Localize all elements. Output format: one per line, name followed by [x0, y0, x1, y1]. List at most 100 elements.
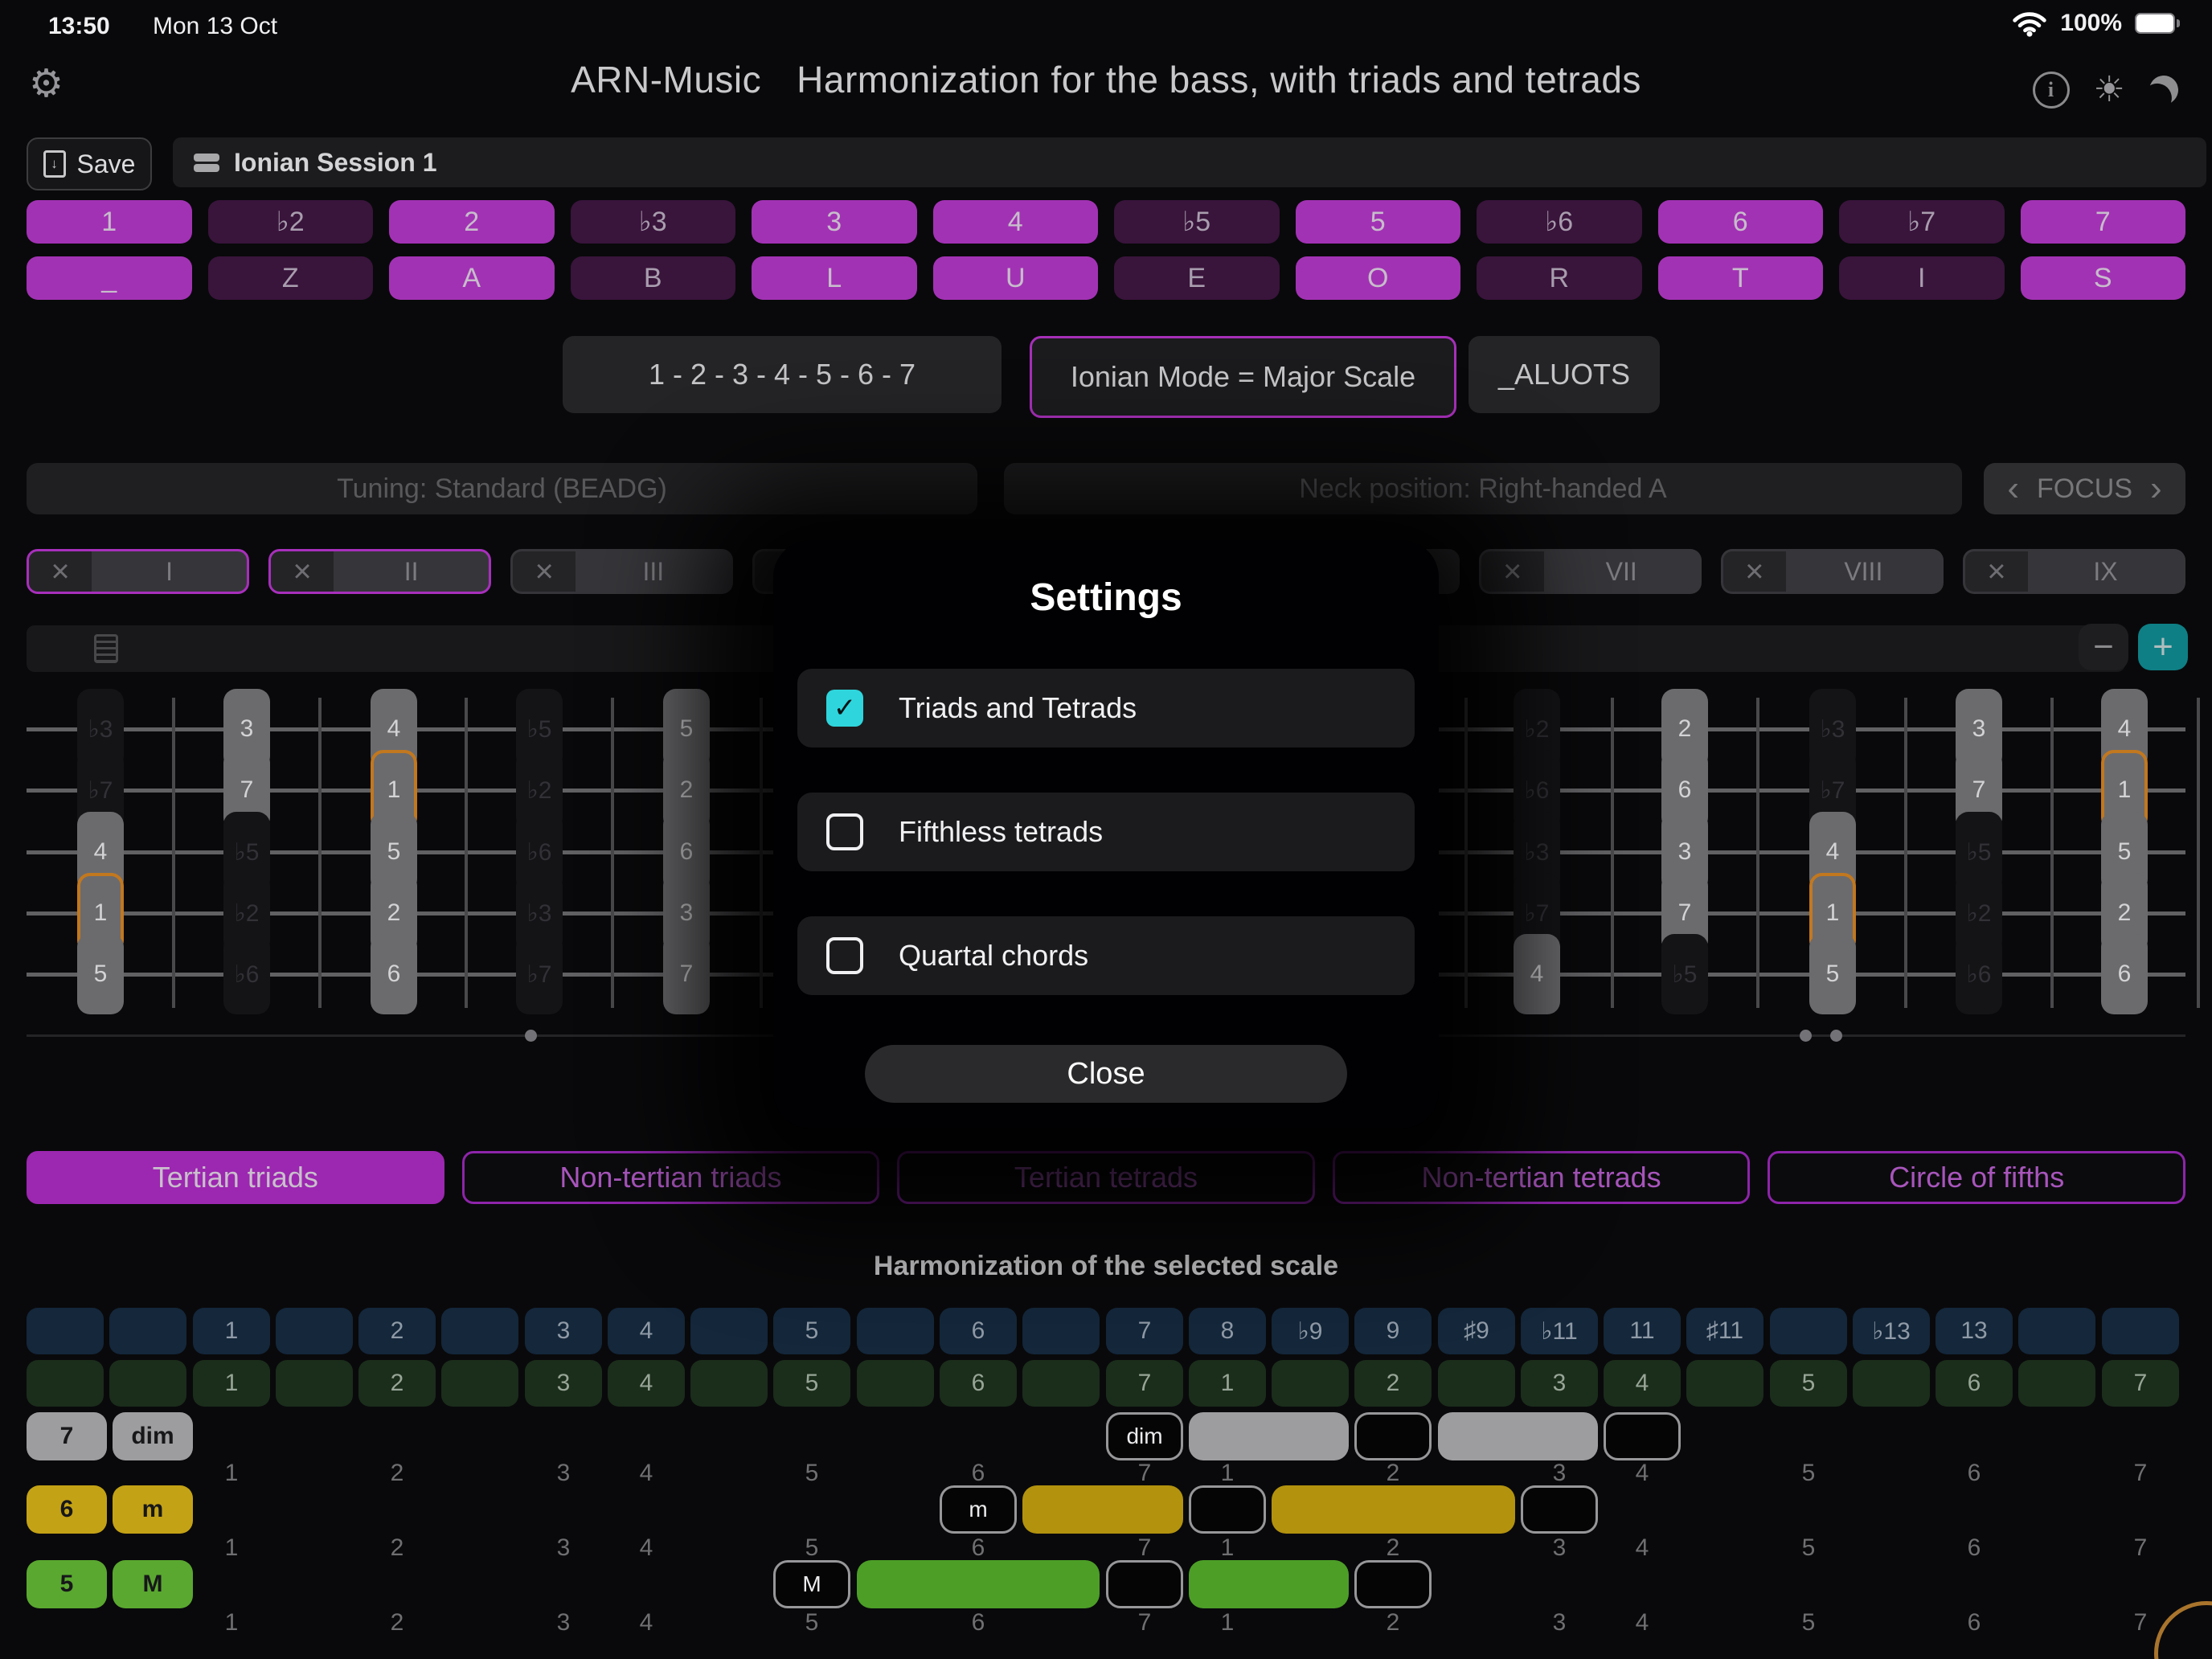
chord-root-badge-m[interactable]: m — [940, 1485, 1017, 1534]
degree-cell-16[interactable]: 2 — [1354, 1360, 1432, 1407]
extension-cell-8[interactable] — [690, 1308, 768, 1354]
extension-cell-19[interactable]: 11 — [1604, 1308, 1681, 1354]
chord-tone-cell-2[interactable] — [1604, 1412, 1681, 1460]
degree-cell-14[interactable]: 1 — [1189, 1360, 1266, 1407]
degree-cell-1[interactable] — [109, 1360, 186, 1407]
degree-cell-15[interactable] — [1272, 1360, 1349, 1407]
degree-label-row2-6: 3 — [525, 1534, 602, 1563]
degree-cell-13[interactable]: 7 — [1106, 1360, 1183, 1407]
degree-cell-19[interactable]: 4 — [1604, 1360, 1681, 1407]
extension-cell-18[interactable]: ♭11 — [1521, 1308, 1598, 1354]
chord-degree-badge-7[interactable]: 7 — [27, 1412, 107, 1460]
degree-label-row1-11: 6 — [940, 1460, 1017, 1489]
degree-cell-12[interactable] — [1022, 1360, 1100, 1407]
extension-cell-0[interactable] — [27, 1308, 104, 1354]
degree-label-row3-6: 3 — [525, 1609, 602, 1638]
settings-option-quartal-chords[interactable]: Quartal chords — [797, 916, 1415, 995]
extension-cell-5[interactable] — [441, 1308, 518, 1354]
degree-cell-10[interactable] — [857, 1360, 934, 1407]
extension-cell-13[interactable]: 7 — [1106, 1308, 1183, 1354]
chord-tone-cell-1[interactable] — [1189, 1485, 1266, 1534]
chord-quality-badge-M[interactable]: M — [113, 1560, 193, 1608]
degree-cell-3[interactable] — [276, 1360, 353, 1407]
degree-label-row1-6: 3 — [525, 1460, 602, 1489]
degree-cell-18[interactable]: 3 — [1521, 1360, 1598, 1407]
extension-cell-24[interactable] — [2018, 1308, 2095, 1354]
degree-cell-22[interactable] — [1853, 1360, 1930, 1407]
degree-cell-11[interactable]: 6 — [940, 1360, 1017, 1407]
extension-cell-1[interactable] — [109, 1308, 186, 1354]
degree-label-row2-2: 1 — [193, 1534, 270, 1563]
degree-cell-8[interactable] — [690, 1360, 768, 1407]
degree-label-row2-9: 5 — [773, 1534, 850, 1563]
degree-cell-21[interactable]: 5 — [1770, 1360, 1847, 1407]
extension-cell-4[interactable]: 2 — [358, 1308, 436, 1354]
settings-option-label: Fifthless tetrads — [899, 815, 1103, 849]
extension-cell-7[interactable]: 4 — [608, 1308, 685, 1354]
degree-label-row3-7: 4 — [608, 1609, 685, 1638]
degree-label-row2-13: 7 — [1106, 1534, 1183, 1563]
degree-label-row3-11: 6 — [940, 1609, 1017, 1638]
extension-cell-3[interactable] — [276, 1308, 353, 1354]
chord-tone-cell-2[interactable] — [1521, 1485, 1598, 1534]
checkbox-unchecked-icon[interactable] — [826, 937, 863, 974]
extension-cell-16[interactable]: 9 — [1354, 1308, 1432, 1354]
degree-label-row1-16: 2 — [1354, 1460, 1432, 1489]
degree-cell-2[interactable]: 1 — [193, 1360, 270, 1407]
degree-label-row2-18: 3 — [1521, 1534, 1598, 1563]
extension-cell-23[interactable]: 13 — [1936, 1308, 2013, 1354]
degree-label-row3-21: 5 — [1770, 1609, 1847, 1638]
extension-cell-17[interactable]: ♯9 — [1438, 1308, 1515, 1354]
degree-cell-4[interactable]: 2 — [358, 1360, 436, 1407]
chord-tone-cell-1[interactable] — [1354, 1412, 1432, 1460]
extension-cell-6[interactable]: 3 — [525, 1308, 602, 1354]
extension-cell-22[interactable]: ♭13 — [1853, 1308, 1930, 1354]
degree-cell-25[interactable]: 7 — [2102, 1360, 2179, 1407]
degree-cell-6[interactable]: 3 — [525, 1360, 602, 1407]
degree-cell-24[interactable] — [2018, 1360, 2095, 1407]
degree-label-row3-4: 2 — [358, 1609, 436, 1638]
chord-quality-badge-dim[interactable]: dim — [113, 1412, 193, 1460]
extension-cell-12[interactable] — [1022, 1308, 1100, 1354]
degree-cell-17[interactable] — [1438, 1360, 1515, 1407]
extension-cell-20[interactable]: ♯11 — [1686, 1308, 1763, 1354]
degree-cell-5[interactable] — [441, 1360, 518, 1407]
degree-label-row1-4: 2 — [358, 1460, 436, 1489]
degree-label-row2-11: 6 — [940, 1534, 1017, 1563]
chord-degree-badge-6[interactable]: 6 — [27, 1485, 107, 1534]
extension-cell-9[interactable]: 5 — [773, 1308, 850, 1354]
degree-label-row1-2: 1 — [193, 1460, 270, 1489]
extension-cell-21[interactable] — [1770, 1308, 1847, 1354]
chord-tone-cell-1[interactable] — [1106, 1560, 1183, 1608]
degree-cell-7[interactable]: 4 — [608, 1360, 685, 1407]
chord-root-badge-dim[interactable]: dim — [1106, 1412, 1183, 1460]
degree-cell-9[interactable]: 5 — [773, 1360, 850, 1407]
degree-cell-23[interactable]: 6 — [1936, 1360, 2013, 1407]
extension-cell-10[interactable] — [857, 1308, 934, 1354]
degree-label-row2-14: 1 — [1189, 1534, 1266, 1563]
chord-interval-span-1 — [1189, 1412, 1349, 1460]
extension-cell-2[interactable]: 1 — [193, 1308, 270, 1354]
degree-label-row3-16: 2 — [1354, 1609, 1432, 1638]
degree-label-row2-16: 2 — [1354, 1534, 1432, 1563]
extension-cell-14[interactable]: 8 — [1189, 1308, 1266, 1354]
extension-cell-15[interactable]: ♭9 — [1272, 1308, 1349, 1354]
degree-label-row1-13: 7 — [1106, 1460, 1183, 1489]
degree-label-row1-14: 1 — [1189, 1460, 1266, 1489]
degree-label-row1-18: 3 — [1521, 1460, 1598, 1489]
extension-cell-11[interactable]: 6 — [940, 1308, 1017, 1354]
close-button[interactable]: Close — [865, 1045, 1347, 1103]
degree-cell-20[interactable] — [1686, 1360, 1763, 1407]
degree-label-row3-14: 1 — [1189, 1609, 1266, 1638]
settings-option-triads-and-tetrads[interactable]: ✓Triads and Tetrads — [797, 669, 1415, 748]
checkbox-checked-icon[interactable]: ✓ — [826, 690, 863, 727]
extension-cell-25[interactable] — [2102, 1308, 2179, 1354]
chord-tone-cell-2[interactable] — [1354, 1560, 1432, 1608]
checkbox-unchecked-icon[interactable] — [826, 813, 863, 850]
chord-quality-badge-m[interactable]: m — [113, 1485, 193, 1534]
degree-cell-0[interactable] — [27, 1360, 104, 1407]
settings-modal: Settings ✓Triads and TetradsFifthless te… — [773, 540, 1439, 1129]
chord-degree-badge-5[interactable]: 5 — [27, 1560, 107, 1608]
chord-root-badge-M[interactable]: M — [773, 1560, 850, 1608]
settings-option-fifthless-tetrads[interactable]: Fifthless tetrads — [797, 793, 1415, 871]
